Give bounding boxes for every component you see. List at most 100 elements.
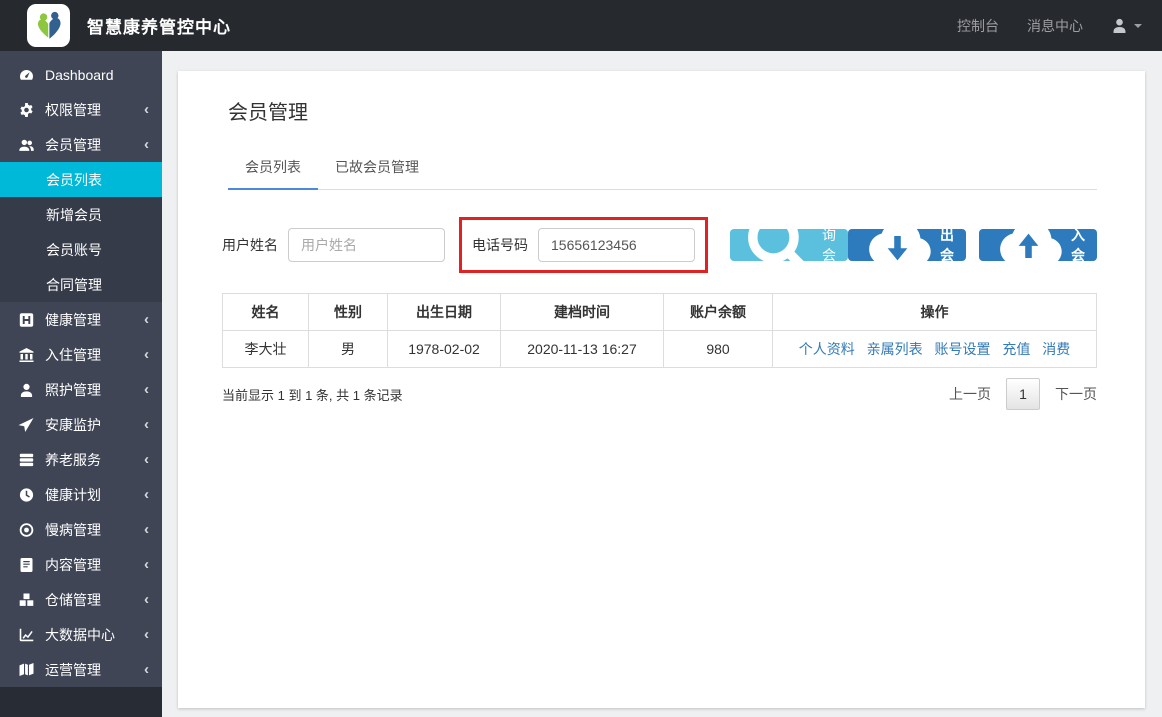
members-table: 姓名 性别 出生日期 建档时间 账户余额 操作 李大壮 男 1978-02-02… xyxy=(222,293,1097,368)
map-icon xyxy=(18,662,35,678)
col-created: 建档时间 xyxy=(500,293,664,331)
tachometer-icon xyxy=(18,67,35,83)
sidebar-item-content[interactable]: 内容管理 xyxy=(0,547,162,582)
tab-member-list[interactable]: 会员列表 xyxy=(228,147,318,190)
dot-circle-icon xyxy=(18,522,35,538)
search-toolbar: 用户姓名 电话号码 查询会员 导出会员 导入会员 xyxy=(222,207,1097,283)
next-page-link[interactable]: 下一页 xyxy=(1055,384,1097,404)
chevron-left-icon xyxy=(144,627,149,642)
sidebar-item-elder-services[interactable]: 养老服务 xyxy=(0,442,162,477)
sidebar-subitem-member-account[interactable]: 会员账号 xyxy=(0,232,162,267)
phone-label: 电话号码 xyxy=(472,237,528,253)
name-input[interactable] xyxy=(288,228,445,262)
server-icon xyxy=(18,452,35,468)
chevron-left-icon xyxy=(144,137,149,152)
brand[interactable]: 智慧康养管控中心 xyxy=(0,4,231,47)
line-chart-icon xyxy=(18,627,35,643)
sidebar-item-health-plan[interactable]: 健康计划 xyxy=(0,477,162,512)
sidebar-item-chronic-disease[interactable]: 慢病管理 xyxy=(0,512,162,547)
col-balance: 账户余额 xyxy=(663,293,773,331)
chevron-left-icon xyxy=(144,102,149,117)
chevron-left-icon xyxy=(144,417,149,432)
cell-actions: 个人资料 亲属列表 账号设置 充值 消费 xyxy=(772,330,1097,368)
sidebar-menu: Dashboard 权限管理 会员管理 会员列表 新增会员 会员账号 合同管理 … xyxy=(0,51,162,687)
col-birthdate: 出生日期 xyxy=(387,293,501,331)
table-header-row: 姓名 性别 出生日期 建档时间 账户余额 操作 xyxy=(222,293,1097,331)
nav-message-center-link[interactable]: 消息中心 xyxy=(1027,16,1083,36)
h-square-icon xyxy=(18,312,35,328)
page-title: 会员管理 xyxy=(228,102,308,124)
chevron-left-icon xyxy=(144,312,149,327)
sidebar-item-members[interactable]: 会员管理 xyxy=(0,127,162,162)
top-navbar: 智慧康养管控中心 控制台 消息中心 xyxy=(0,0,1162,51)
app-title: 智慧康养管控中心 xyxy=(87,18,231,37)
export-members-button[interactable]: 导出会员 xyxy=(848,207,966,283)
sidebar-subitem-member-list[interactable]: 会员列表 xyxy=(0,162,162,197)
profile-link[interactable]: 个人资料 xyxy=(799,341,855,357)
tab-bar: 会员列表 已故会员管理 xyxy=(228,147,1097,190)
gear-icon xyxy=(18,102,35,118)
sidebar-item-operations[interactable]: 运营管理 xyxy=(0,652,162,687)
records-summary: 当前显示 1 到 1 条, 共 1 条记录 xyxy=(222,387,403,403)
chevron-left-icon xyxy=(144,557,149,572)
sidebar-item-care[interactable]: 照护管理 xyxy=(0,372,162,407)
chevron-left-icon xyxy=(144,452,149,467)
members-submenu: 会员列表 新增会员 会员账号 合同管理 xyxy=(0,162,162,302)
chevron-left-icon xyxy=(144,522,149,537)
navbar-right: 控制台 消息中心 xyxy=(957,16,1142,36)
phone-input[interactable] xyxy=(538,228,695,262)
cloud-upload-icon xyxy=(991,206,1066,284)
location-arrow-icon xyxy=(18,417,35,433)
sidebar-item-health[interactable]: 健康管理 xyxy=(0,302,162,337)
table-row: 李大壮 男 1978-02-02 2020-11-13 16:27 980 个人… xyxy=(222,330,1097,368)
sidebar-subitem-contract-management[interactable]: 合同管理 xyxy=(0,267,162,302)
sidebar-item-bigdata[interactable]: 大数据中心 xyxy=(0,617,162,652)
phone-field-highlight-box: 电话号码 xyxy=(459,217,708,273)
chevron-left-icon xyxy=(144,347,149,362)
pagination: 上一页 1 下一页 xyxy=(949,378,1097,410)
sidebar: Dashboard 权限管理 会员管理 会员列表 新增会员 会员账号 合同管理 … xyxy=(0,51,162,717)
cubes-icon xyxy=(18,592,35,608)
sidebar-item-dashboard[interactable]: Dashboard xyxy=(0,57,162,92)
recharge-link[interactable]: 充值 xyxy=(1002,341,1030,357)
col-gender: 性别 xyxy=(308,293,388,331)
member-management-card: 会员管理 会员列表 已故会员管理 用户姓名 电话号码 查询会员 导出会员 导入会… xyxy=(178,71,1145,708)
name-label: 用户姓名 xyxy=(222,237,278,253)
app-logo-icon xyxy=(27,4,70,47)
search-icon xyxy=(742,206,817,284)
cell-name: 李大壮 xyxy=(222,330,309,368)
main-content: 会员管理 会员列表 已故会员管理 用户姓名 电话号码 查询会员 导出会员 导入会… xyxy=(162,51,1162,717)
caregiver-icon xyxy=(18,382,35,398)
user-icon xyxy=(1111,17,1128,34)
chevron-left-icon xyxy=(144,382,149,397)
clock-icon xyxy=(18,487,35,503)
nav-console-link[interactable]: 控制台 xyxy=(957,16,999,36)
tab-deceased-members[interactable]: 已故会员管理 xyxy=(318,147,436,189)
consume-link[interactable]: 消费 xyxy=(1042,341,1070,357)
account-settings-link[interactable]: 账号设置 xyxy=(935,341,991,357)
cloud-download-icon xyxy=(860,206,935,284)
sidebar-subitem-add-member[interactable]: 新增会员 xyxy=(0,197,162,232)
sidebar-item-permissions[interactable]: 权限管理 xyxy=(0,92,162,127)
chevron-left-icon xyxy=(144,592,149,607)
caret-down-icon xyxy=(1134,23,1142,28)
query-members-button[interactable]: 查询会员 xyxy=(730,207,848,283)
sidebar-item-warehouse[interactable]: 仓储管理 xyxy=(0,582,162,617)
sidebar-item-checkin[interactable]: 入住管理 xyxy=(0,337,162,372)
bank-icon xyxy=(18,347,35,363)
prev-page-link[interactable]: 上一页 xyxy=(949,384,991,404)
import-members-button[interactable]: 导入会员 xyxy=(979,207,1097,283)
users-icon xyxy=(18,137,35,153)
user-menu[interactable] xyxy=(1111,17,1142,34)
cell-balance: 980 xyxy=(663,330,773,368)
cell-gender: 男 xyxy=(308,330,388,368)
cell-created: 2020-11-13 16:27 xyxy=(500,330,664,368)
book-icon xyxy=(18,557,35,573)
sidebar-item-safety-monitoring[interactable]: 安康监护 xyxy=(0,407,162,442)
relatives-link[interactable]: 亲属列表 xyxy=(867,341,923,357)
current-page-button[interactable]: 1 xyxy=(1006,378,1040,410)
col-name: 姓名 xyxy=(222,293,309,331)
chevron-left-icon xyxy=(144,662,149,677)
table-footer: 当前显示 1 到 1 条, 共 1 条记录 上一页 1 下一页 xyxy=(222,378,1097,410)
cell-birthdate: 1978-02-02 xyxy=(387,330,501,368)
